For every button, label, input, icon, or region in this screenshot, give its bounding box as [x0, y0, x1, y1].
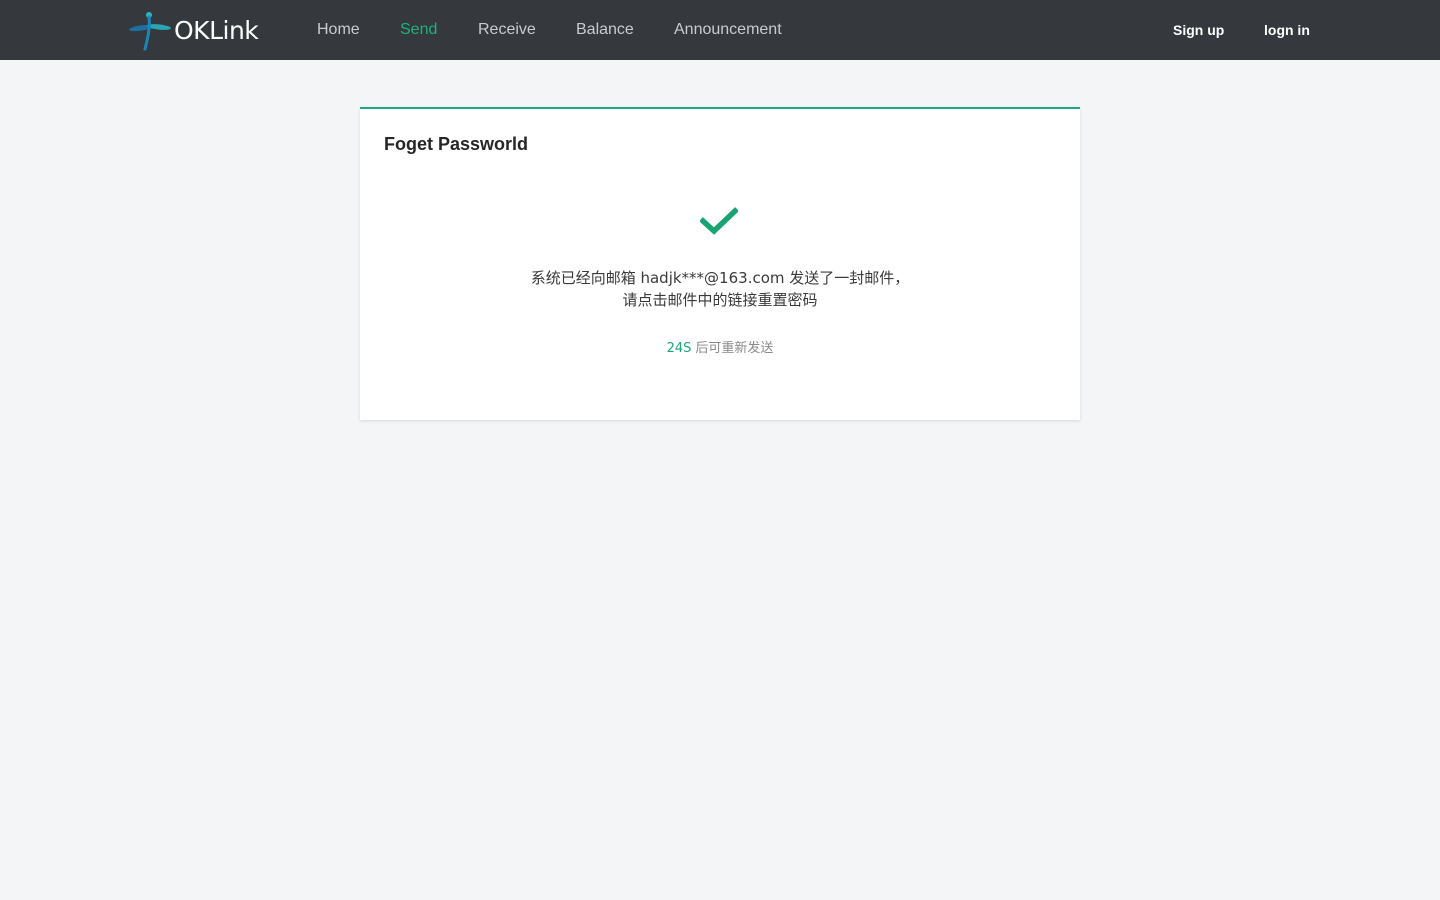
resend-text: 后可重新发送	[695, 341, 774, 356]
forget-password-card: Foget Passworld 系统已经向邮箱 hadjk***@163.com…	[360, 107, 1080, 420]
message-line-2: 请点击邮件中的链接重置密码	[622, 291, 818, 309]
nav-announcement[interactable]: Announcement	[674, 0, 782, 60]
card-title: Foget Passworld	[384, 134, 529, 154]
countdown-value: 24S	[666, 341, 692, 356]
nav-home[interactable]: Home	[317, 0, 360, 60]
logo-text: OKLink	[174, 15, 259, 45]
top-navbar: OKLink Home Send Receive Balance Announc…	[0, 0, 1440, 60]
message-line-1: 系统已经向邮箱 hadjk***@163.com 发送了一封邮件，	[530, 269, 910, 287]
check-icon	[700, 207, 738, 235]
email-sent-message: 系统已经向邮箱 hadjk***@163.com 发送了一封邮件， 请点击邮件中…	[360, 267, 1080, 311]
nav-send[interactable]: Send	[400, 0, 437, 60]
nav-balance[interactable]: Balance	[576, 0, 634, 60]
oklink-logo[interactable]: OKLink	[128, 8, 259, 52]
nav-receive[interactable]: Receive	[478, 0, 536, 60]
login-link[interactable]: logn in	[1264, 0, 1310, 60]
dragonfly-logo-icon	[129, 12, 171, 51]
signup-link[interactable]: Sign up	[1173, 0, 1224, 60]
resend-countdown: 24S 后可重新发送	[360, 337, 1080, 356]
